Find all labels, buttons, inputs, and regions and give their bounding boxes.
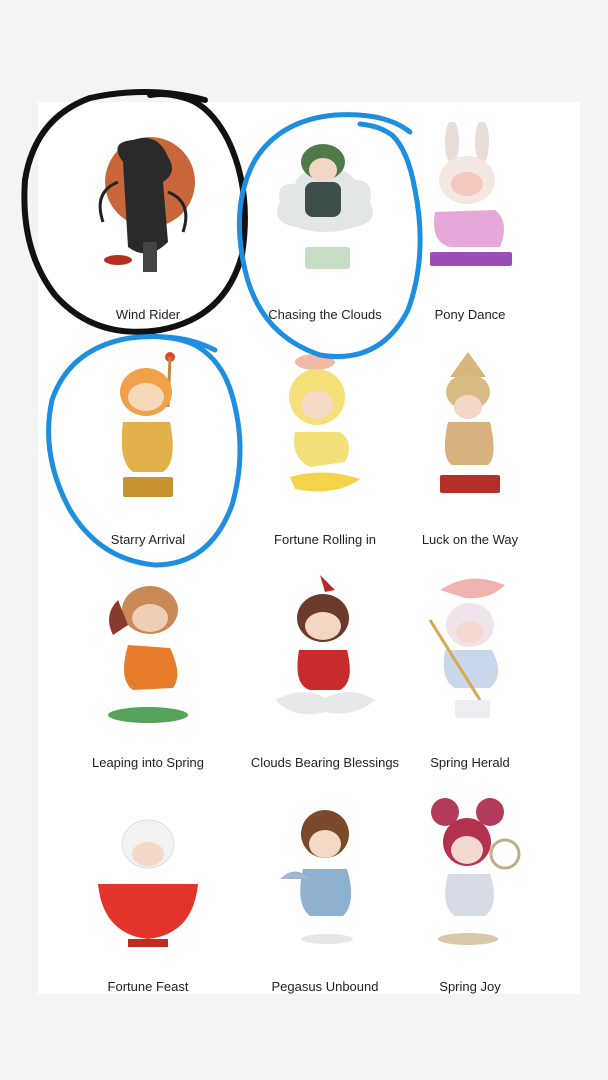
product-name: Pony Dance — [434, 307, 506, 322]
product-card-wind-rider[interactable]: Wind Rider — [63, 122, 233, 342]
starry-arrival-figure-image — [120, 352, 175, 497]
chasing-the-clouds-figure-image — [277, 144, 373, 269]
spring-joy-figure-image — [431, 798, 521, 945]
product-name: Luck on the Way — [421, 532, 519, 547]
product-card-spring-herald[interactable]: Spring Herald — [385, 570, 555, 790]
product-card-pony-dance[interactable]: Pony Dance — [385, 122, 555, 342]
fortune-feast-figure-image — [98, 819, 198, 947]
product-grid-panel: Wind Rider Chasing the Clouds Pony Dance — [38, 102, 580, 994]
product-card-spring-joy[interactable]: Spring Joy — [385, 794, 555, 1014]
product-card-luck-on-the-way[interactable]: Luck on the Way — [385, 347, 555, 567]
luck-on-the-way-figure-image — [440, 352, 500, 493]
product-name: Spring Joy — [439, 979, 501, 994]
product-card-leaping-into-spring[interactable]: Leaping into Spring — [63, 570, 233, 790]
product-name: Spring Herald — [430, 755, 510, 770]
product-card-starry-arrival[interactable]: Starry Arrival — [63, 347, 233, 567]
product-card-fortune-feast[interactable]: Fortune Feast — [63, 794, 233, 1014]
wind-rider-figure-image — [98, 137, 195, 272]
leaping-into-spring-figure-image — [108, 586, 188, 723]
pony-dance-figure-image — [430, 122, 512, 266]
pegasus-unbound-figure-image — [280, 810, 353, 944]
fortune-rolling-in-figure-image — [289, 354, 360, 492]
spring-herald-figure-image — [428, 578, 505, 718]
clouds-bearing-blessings-figure-image — [275, 575, 375, 715]
